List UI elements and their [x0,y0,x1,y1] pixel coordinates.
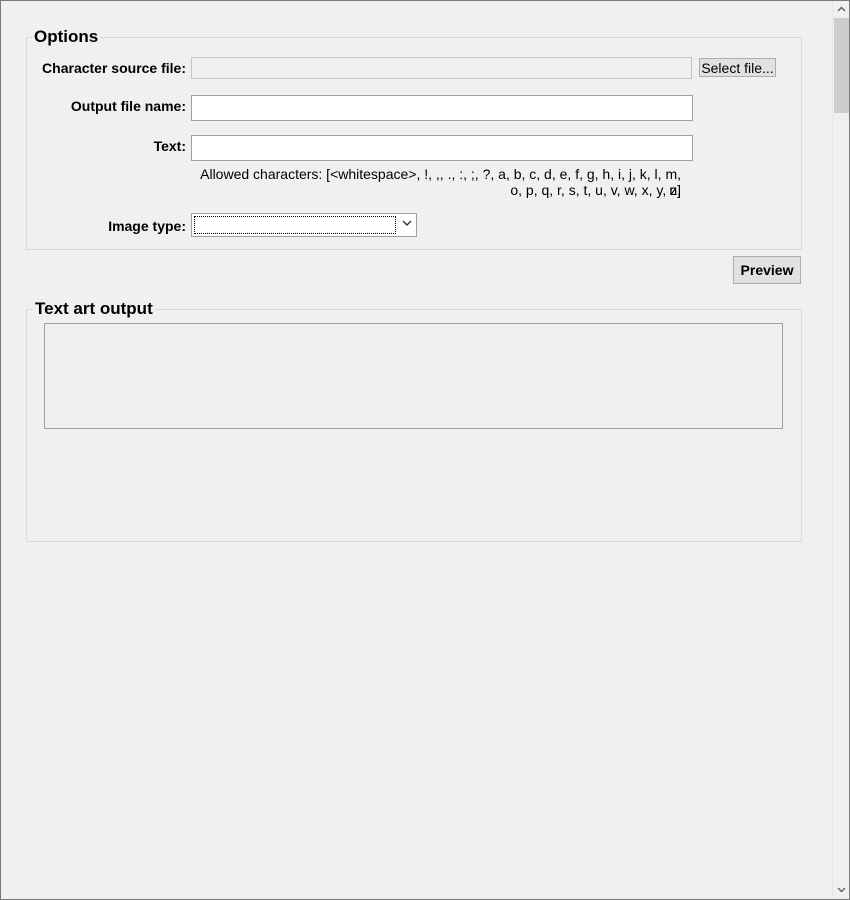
text-art-output-area[interactable] [44,323,783,429]
image-type-value [194,216,396,234]
chevron-down-icon [400,217,414,233]
character-source-field[interactable] [191,57,692,79]
output-file-label: Output file name: [70,98,186,114]
arrow-up-icon[interactable] [833,1,850,18]
image-type-select[interactable] [191,213,417,237]
image-type-label: Image type: [108,218,186,234]
character-source-label: Character source file: [42,60,186,76]
arrow-down-icon[interactable] [833,882,850,899]
preview-button[interactable]: Preview [733,256,801,284]
vertical-scrollbar[interactable] [832,1,849,899]
options-legend: Options [32,27,101,47]
text-field[interactable] [191,135,693,161]
allowed-characters-line2: o, p, q, r, s, t, u, v, w, x, y, z] [510,182,681,198]
select-file-button[interactable]: Select file... [699,58,776,77]
output-file-field[interactable] [191,95,693,121]
text-art-output-legend: Text art output [33,299,155,319]
text-label: Text: [153,138,186,154]
scrollbar-thumb[interactable] [834,18,849,113]
app-window: Options Character source file: Select fi… [0,0,850,900]
